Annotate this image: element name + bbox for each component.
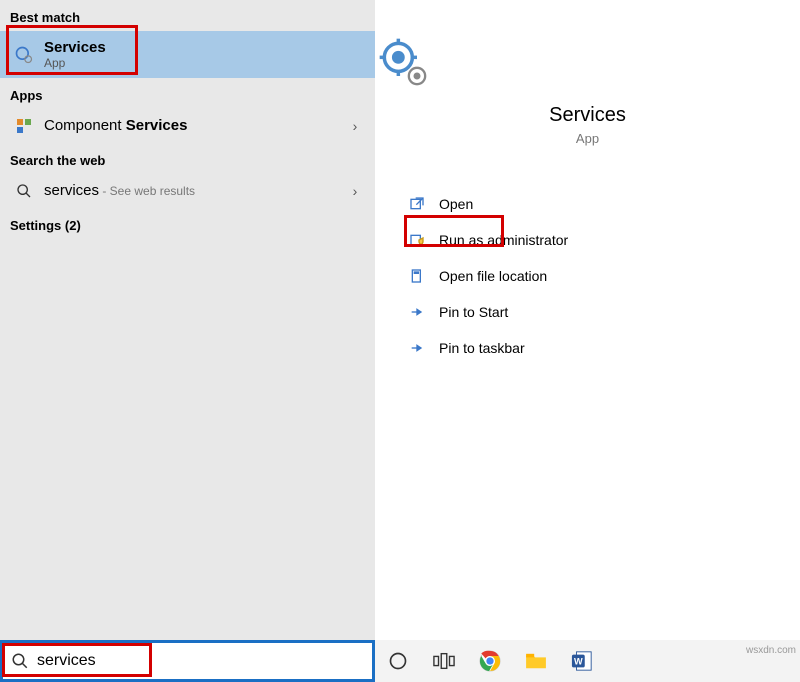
admin-shield-icon bbox=[403, 232, 431, 248]
section-apps: Apps bbox=[0, 78, 375, 109]
watermark: wsxdn.com bbox=[746, 645, 796, 656]
detail-title: Services bbox=[375, 104, 800, 127]
services-icon bbox=[10, 45, 38, 65]
component-services-icon bbox=[10, 118, 38, 134]
action-open[interactable]: Open bbox=[383, 186, 792, 222]
pin-icon bbox=[403, 304, 431, 320]
web-result-label: services - See web results bbox=[38, 182, 345, 200]
folder-icon bbox=[403, 268, 431, 284]
taskbar-word-icon[interactable]: W bbox=[559, 640, 605, 682]
apps-item-component-services[interactable]: Component Services › bbox=[0, 109, 375, 143]
action-run-admin[interactable]: Run as administrator bbox=[383, 222, 792, 258]
search-icon bbox=[11, 652, 29, 670]
best-match-item[interactable]: Services App bbox=[0, 31, 375, 78]
web-result-item[interactable]: services - See web results › bbox=[0, 174, 375, 208]
taskbar-chrome-icon[interactable] bbox=[467, 640, 513, 682]
search-input[interactable] bbox=[29, 651, 329, 671]
search-icon bbox=[10, 183, 38, 199]
action-open-location[interactable]: Open file location bbox=[383, 258, 792, 294]
action-pin-start[interactable]: Pin to Start bbox=[383, 294, 792, 330]
taskbar-explorer-icon[interactable] bbox=[513, 640, 559, 682]
detail-sub: App bbox=[375, 131, 800, 146]
search-results-panel: Best match Services App Apps Component S… bbox=[0, 0, 375, 640]
detail-panel: Services App Open Run as administrator O… bbox=[375, 0, 800, 640]
section-best-match: Best match bbox=[0, 0, 375, 31]
pin-icon bbox=[403, 340, 431, 356]
taskbar-taskview-icon[interactable] bbox=[421, 640, 467, 682]
section-settings[interactable]: Settings (2) bbox=[0, 208, 375, 239]
best-match-text: Services App bbox=[38, 39, 365, 70]
taskbar: W bbox=[375, 640, 800, 682]
chevron-right-icon: › bbox=[345, 183, 365, 199]
apps-item-label: Component Services bbox=[38, 117, 345, 135]
detail-app-icon bbox=[375, 0, 800, 90]
svg-text:W: W bbox=[574, 657, 583, 667]
chevron-right-icon: › bbox=[345, 118, 365, 134]
section-search-web: Search the web bbox=[0, 143, 375, 174]
search-bar[interactable] bbox=[0, 640, 375, 682]
taskbar-cortana-icon[interactable] bbox=[375, 640, 421, 682]
open-icon bbox=[403, 196, 431, 212]
action-pin-taskbar[interactable]: Pin to taskbar bbox=[383, 330, 792, 366]
